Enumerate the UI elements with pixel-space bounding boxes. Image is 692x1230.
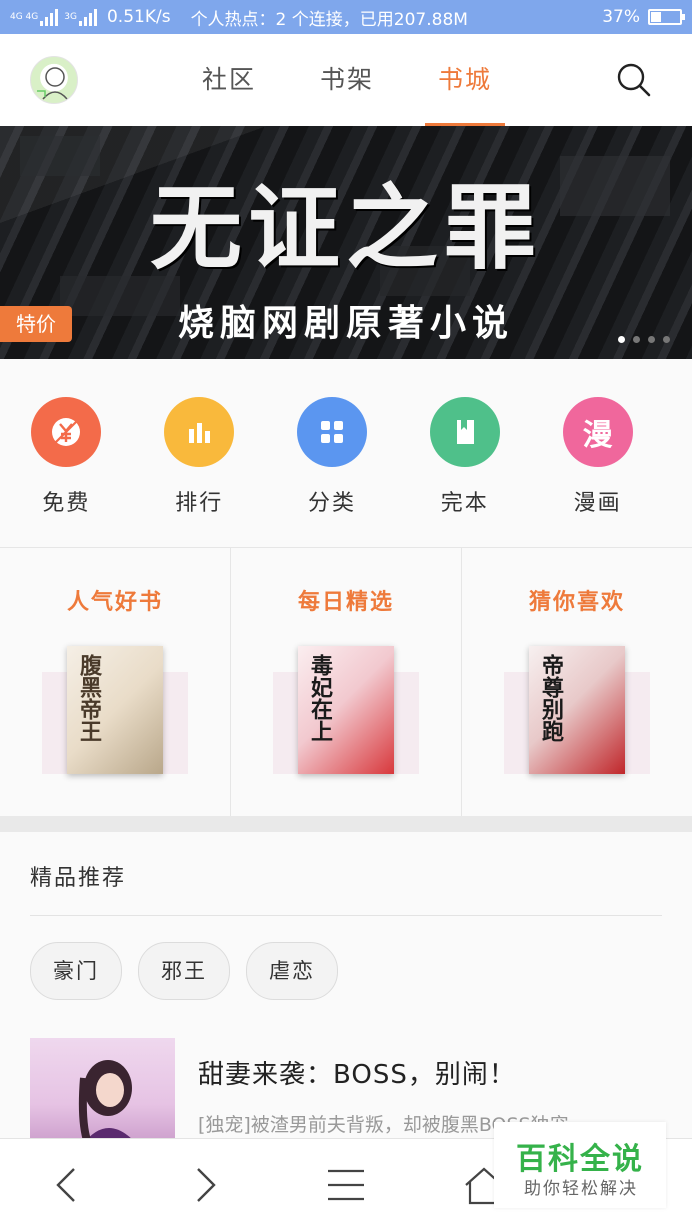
category-rank-bars[interactable]: 排行 <box>133 359 266 547</box>
tab-0[interactable]: 社区 <box>170 34 288 126</box>
forward-button[interactable] <box>184 1163 228 1207</box>
signal-icon <box>40 8 59 26</box>
tag-chips: 豪门 邪王 虐恋 <box>30 942 338 1000</box>
category-grid[interactable]: 分类 <box>266 359 399 547</box>
banner-pagination <box>618 336 670 343</box>
divider <box>30 915 662 916</box>
tag-chip[interactable]: 虐恋 <box>246 942 338 1000</box>
battery-percent: 37% <box>602 7 640 27</box>
avatar-image <box>37 67 68 100</box>
back-icon <box>56 1168 75 1202</box>
status-bar: 4G 4G 3G 0.51K/s 个人热点：2 个连接，已用207.88M 37… <box>0 0 692 34</box>
top-nav: 社区 书架 书城 <box>0 34 692 126</box>
featured-title: 每日精选 <box>297 590 394 615</box>
battery-level <box>651 12 661 22</box>
banner-title: 无证之罪 <box>149 174 542 282</box>
watermark-subtitle: 助你轻松解决 <box>524 1179 638 1199</box>
signal-icon-2 <box>78 8 97 26</box>
featured-title: 人气好书 <box>66 590 163 615</box>
featured-card-0[interactable]: 人气好书腹黑帝王 <box>0 548 231 816</box>
forward-icon <box>197 1168 216 1202</box>
pagination-dot <box>618 336 625 343</box>
watermark-logo: 百科全说 助你轻松解决 <box>494 1122 666 1208</box>
main-tabs: 社区 书架 书城 <box>170 34 524 126</box>
network-type-2: 3G <box>64 11 77 22</box>
search-icon <box>617 63 651 97</box>
book-cover-image <box>78 1060 140 1148</box>
category-comic[interactable]: 漫漫画 <box>531 359 664 547</box>
cover-stack: 帝尊别跑 <box>462 646 692 776</box>
featured-title: 猜你喜欢 <box>528 590 625 615</box>
featured-card-2[interactable]: 猜你喜欢帝尊别跑 <box>462 548 692 816</box>
banner-subtitle: 烧脑网剧原著小说 <box>177 303 514 344</box>
category-row: 免费 排行 分类 完本 漫漫画 <box>0 359 692 548</box>
book-cover[interactable]: 毒妃在上 <box>298 646 394 774</box>
search-button[interactable] <box>616 62 652 98</box>
tab-1[interactable]: 书架 <box>288 34 406 126</box>
cover-stack: 腹黑帝王 <box>0 646 230 776</box>
cover-title: 毒妃在上 <box>307 654 333 742</box>
section-divider <box>0 816 692 832</box>
tab-2[interactable]: 书城 <box>406 34 524 126</box>
discount-tag: 特价 <box>0 306 72 342</box>
comic-glyph: 漫 <box>582 418 613 453</box>
back-button[interactable] <box>46 1163 90 1207</box>
featured-row: 人气好书 腹黑帝王 每日精选 毒妃在上 猜你喜欢 帝尊别跑 <box>0 548 692 816</box>
category-label: 分类 <box>307 491 356 516</box>
free-yuan-icon <box>31 397 102 467</box>
hotspot-status: 个人热点：2 个连接，已用207.88M <box>190 9 468 30</box>
watermark-title: 百科全说 <box>516 1142 644 1177</box>
network-speed: 0.51K/s <box>106 7 171 27</box>
book-cover[interactable] <box>30 1038 175 1148</box>
rank-bars-icon <box>164 397 235 467</box>
category-label: 漫画 <box>573 491 622 516</box>
book-title[interactable]: 甜妻来袭：BOSS，别闹！ <box>198 1054 516 1091</box>
pagination-dot <box>648 336 655 343</box>
pagination-dot <box>663 336 670 343</box>
featured-card-1[interactable]: 每日精选毒妃在上 <box>231 548 462 816</box>
cover-stack: 毒妃在上 <box>231 646 461 776</box>
menu-icon <box>328 1169 364 1201</box>
promo-banner[interactable]: 无证之罪 烧脑网剧原著小说 特价 <box>0 126 692 359</box>
category-book[interactable]: 完本 <box>398 359 531 547</box>
battery-icon <box>648 9 685 25</box>
category-label: 完本 <box>440 491 489 516</box>
category-label: 排行 <box>175 491 224 516</box>
recommend-section: 精品推荐 豪门 邪王 虐恋 甜妻来袭：BOSS，别闹！ [独宠]被渣男前夫背叛，却被… <box>0 832 692 1148</box>
book-icon <box>429 397 500 467</box>
grid-icon <box>296 397 367 467</box>
category-label: 免费 <box>42 491 91 516</box>
pagination-dot <box>633 336 640 343</box>
tag-chip[interactable]: 邪王 <box>138 942 230 1000</box>
comic-icon: 漫 <box>562 397 633 467</box>
menu-button[interactable] <box>324 1163 368 1207</box>
section-title: 精品推荐 <box>30 866 127 891</box>
category-free-yuan[interactable]: 免费 <box>0 359 133 547</box>
avatar[interactable] <box>30 56 78 104</box>
cover-title: 腹黑帝王 <box>76 654 102 742</box>
network-type: 4G 4G <box>10 11 39 22</box>
book-cover[interactable]: 腹黑帝王 <box>67 646 163 774</box>
cover-title: 帝尊别跑 <box>538 654 564 742</box>
book-cover[interactable]: 帝尊别跑 <box>529 646 625 774</box>
tag-chip[interactable]: 豪门 <box>30 942 122 1000</box>
